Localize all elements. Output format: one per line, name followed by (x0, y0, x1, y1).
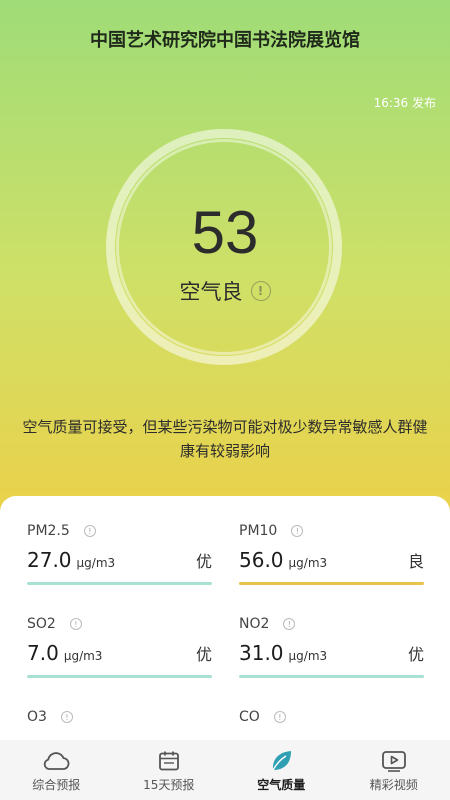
publish-time: 16:36 发布 (373, 96, 436, 110)
pollutant-unit: μg/m3 (288, 556, 328, 570)
pollutant-value: 7.0 (27, 641, 59, 665)
pollutant-no2[interactable]: NO2 ! 31.0 μg/m3 优 (239, 615, 424, 678)
pollutant-name: O3 (27, 709, 47, 725)
pollutant-unit: μg/m3 (76, 556, 116, 570)
video-icon (381, 748, 407, 774)
nav-label: 综合预报 (32, 777, 81, 792)
pollutant-unit: μg/m3 (288, 649, 328, 663)
pollutant-value: 56.0 (239, 548, 284, 572)
pollutant-bar (27, 675, 212, 678)
pollutant-name: CO (239, 709, 260, 725)
pollutant-grade: 良 (407, 552, 424, 571)
pollutant-grade: 优 (195, 552, 212, 571)
nav-item-15day[interactable]: 15天预报 (113, 740, 226, 800)
pollutant-value: 31.0 (239, 641, 284, 665)
info-icon[interactable]: ! (83, 525, 96, 537)
pollutant-grade: 优 (195, 645, 212, 664)
nav-item-forecast[interactable]: 综合预报 (0, 740, 113, 800)
info-icon[interactable]: ! (291, 525, 304, 537)
pollutant-grade: 优 (407, 645, 424, 664)
bottom-nav: 综合预报 15天预报 空气质量 精彩视频 (0, 740, 450, 800)
nav-item-video[interactable]: 精彩视频 (338, 740, 450, 800)
info-icon[interactable]: ! (283, 618, 296, 630)
pollutant-co[interactable]: CO ! (239, 708, 424, 726)
nav-label: 空气质量 (257, 777, 306, 792)
nav-label: 15天预报 (143, 777, 195, 792)
aqi-info-icon[interactable]: ! (250, 281, 271, 301)
pollutant-unit: μg/m3 (63, 649, 103, 663)
pollutant-name: NO2 (239, 616, 270, 632)
cloud-icon (41, 748, 71, 774)
info-icon[interactable]: ! (69, 618, 82, 630)
pollutant-bar (239, 675, 424, 678)
aqi-value: 53 (191, 199, 259, 266)
info-icon[interactable]: ! (273, 711, 286, 723)
calendar-icon (157, 748, 181, 774)
page-title: 中国艺术研究院中国书法院展览馆 (90, 30, 360, 51)
aqi-level: 空气良 (179, 280, 243, 304)
pollutant-o3[interactable]: O3 ! (27, 708, 212, 726)
leaf-icon (268, 748, 294, 774)
info-icon[interactable]: ! (60, 711, 73, 723)
nav-item-air-quality[interactable]: 空气质量 (225, 740, 338, 800)
pollutant-pm25[interactable]: PM2.5 ! 27.0 μg/m3 优 (27, 522, 212, 585)
pollutant-so2[interactable]: SO2 ! 7.0 μg/m3 优 (27, 615, 212, 678)
pollutant-bar (27, 582, 212, 585)
pollutant-name: SO2 (27, 616, 56, 632)
aqi-level-row: 空气良 ! (0, 276, 450, 306)
nav-label: 精彩视频 (369, 777, 418, 792)
pollutant-name: PM10 (239, 523, 278, 539)
pollutant-value: 27.0 (27, 548, 72, 572)
pollutant-name: PM2.5 (27, 523, 70, 539)
pollutant-pm10[interactable]: PM10 ! 56.0 μg/m3 良 (239, 522, 424, 585)
aqi-description: 空气质量可接受，但某些污染物可能对极少数异常敏感人群健康有较弱影响 (22, 418, 428, 460)
pollutant-bar (239, 582, 424, 585)
